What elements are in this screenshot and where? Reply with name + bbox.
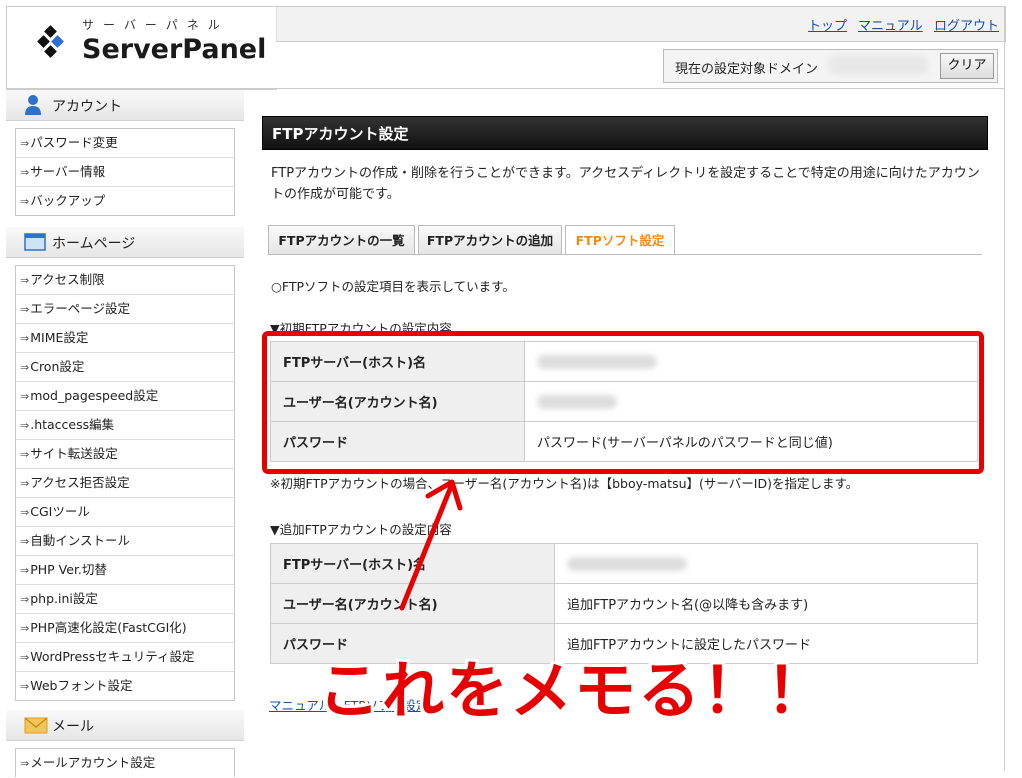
arrow-icon: ⇒ bbox=[20, 448, 30, 461]
sidebar-item-label: PHP Ver.切替 bbox=[30, 562, 107, 577]
sidebar-item[interactable]: ⇒Webフォント設定 bbox=[16, 672, 234, 700]
annotation-arrow-icon bbox=[399, 479, 463, 611]
sidebar-item-mail-account[interactable]: ⇒メールアカウント設定 bbox=[16, 749, 234, 777]
arrow-icon: ⇒ bbox=[20, 622, 30, 635]
sidebar-item-password[interactable]: ⇒パスワード変更 bbox=[16, 129, 234, 158]
window-icon bbox=[24, 233, 46, 251]
sidebar-item[interactable]: ⇒アクセス拒否設定 bbox=[16, 469, 234, 498]
sidebar-item-label: アクセス拒否設定 bbox=[30, 475, 130, 490]
top-bar: トップ マニュアル ログアウト bbox=[276, 6, 1006, 42]
sidebar-head-label: ホームページ bbox=[52, 236, 136, 252]
arrow-icon: ⇒ bbox=[20, 332, 30, 345]
sidebar-item-label: WordPressセキュリティ設定 bbox=[30, 649, 195, 664]
arrow-icon: ⇒ bbox=[20, 166, 30, 179]
arrow-icon: ⇒ bbox=[20, 506, 30, 519]
sidebar-item-label: Cron設定 bbox=[30, 359, 85, 374]
tab-ftp-soft-settings[interactable]: FTPソフト設定 bbox=[565, 225, 675, 255]
arrow-icon: ⇒ bbox=[20, 564, 30, 577]
sidebar-item-backup[interactable]: ⇒バックアップ bbox=[16, 187, 234, 215]
sidebar-item-label: メールアカウント設定 bbox=[30, 755, 156, 770]
arrow-icon: ⇒ bbox=[20, 303, 30, 316]
tab-ftp-list[interactable]: FTPアカウントの一覧 bbox=[268, 225, 415, 255]
highlight-box bbox=[262, 331, 984, 474]
sidebar-item-server-info[interactable]: ⇒サーバー情報 bbox=[16, 158, 234, 187]
arrow-icon: ⇒ bbox=[20, 593, 30, 606]
sidebar-item-label: サイト転送設定 bbox=[30, 446, 118, 461]
sidebar-item-label: アクセス制限 bbox=[30, 272, 105, 287]
page-title: FTPアカウント設定 bbox=[272, 125, 409, 143]
sidebar-item-label: php.ini設定 bbox=[30, 591, 98, 606]
logout-link[interactable]: ログアウト bbox=[934, 15, 999, 34]
clear-button[interactable]: クリア bbox=[940, 53, 994, 79]
tab-ftp-add[interactable]: FTPアカウントの追加 bbox=[418, 225, 562, 255]
sidebar-item[interactable]: ⇒WordPressセキュリティ設定 bbox=[16, 643, 234, 672]
sidebar-head-label: メール bbox=[52, 719, 94, 735]
logo-text: ServerPanel bbox=[82, 34, 267, 65]
annotation-text: これをメモる！！ bbox=[318, 654, 831, 727]
manual-link-top[interactable]: マニュアル bbox=[858, 15, 923, 34]
user-icon bbox=[25, 95, 41, 115]
arrow-icon: ⇒ bbox=[20, 477, 30, 490]
right-border bbox=[1004, 6, 1005, 770]
arrow-icon: ⇒ bbox=[20, 137, 30, 150]
sidebar-item[interactable]: ⇒エラーページ設定 bbox=[16, 295, 234, 324]
arrow-icon: ⇒ bbox=[20, 390, 30, 403]
sidebar-head-homepage: ホームページ bbox=[6, 227, 244, 258]
sidebar-item-label: エラーページ設定 bbox=[30, 301, 130, 316]
table-row: FTPサーバー(ホスト)名 bbox=[270, 543, 978, 584]
sidebar-item[interactable]: ⇒PHP高速化設定(FastCGI化) bbox=[16, 614, 234, 643]
note-text: ※初期FTPアカウントの場合、ユーザー名(アカウント名)は【bboy-matsu… bbox=[270, 476, 859, 491]
arrow-icon: ⇒ bbox=[20, 535, 30, 548]
sidebar-item[interactable]: ⇒php.ini設定 bbox=[16, 585, 234, 614]
arrow-icon: ⇒ bbox=[20, 680, 30, 693]
sidebar-list-homepage: ⇒アクセス制限 ⇒エラーページ設定 ⇒MIME設定 ⇒Cron設定 ⇒mod_p… bbox=[15, 265, 235, 701]
sidebar-item[interactable]: ⇒Cron設定 bbox=[16, 353, 234, 382]
tab-divider bbox=[268, 254, 982, 255]
sidebar-item[interactable]: ⇒mod_pagespeed設定 bbox=[16, 382, 234, 411]
sidebar-item-label: バックアップ bbox=[30, 193, 106, 208]
sidebar-item-label: .htaccess編集 bbox=[30, 417, 115, 432]
arrow-icon: ⇒ bbox=[20, 419, 30, 432]
sidebar-head-label: アカウント bbox=[52, 99, 122, 115]
sidebar-item[interactable]: ⇒MIME設定 bbox=[16, 324, 234, 353]
domain-value-blurred bbox=[828, 55, 928, 75]
sidebar-list-account: ⇒パスワード変更 ⇒サーバー情報 ⇒バックアップ bbox=[15, 128, 235, 216]
table-value-blurred bbox=[554, 543, 978, 584]
sidebar-item-label: サーバー情報 bbox=[30, 164, 106, 179]
arrow-icon: ⇒ bbox=[20, 195, 30, 208]
sidebar-item[interactable]: ⇒CGIツール bbox=[16, 498, 234, 527]
sidebar-item-label: PHP高速化設定(FastCGI化) bbox=[30, 620, 187, 635]
arrow-icon: ⇒ bbox=[20, 651, 30, 664]
sidebar-head-account: アカウント bbox=[6, 90, 244, 121]
logo-kana: サーバーパネル bbox=[82, 18, 229, 32]
info-text: ○FTPソフトの設定項目を表示しています。 bbox=[271, 279, 515, 294]
mail-icon bbox=[24, 717, 48, 734]
sidebar-item[interactable]: ⇒.htaccess編集 bbox=[16, 411, 234, 440]
sidebar-item-label: Webフォント設定 bbox=[30, 678, 133, 693]
logo-diamond-icon bbox=[37, 25, 64, 58]
sidebar-item[interactable]: ⇒自動インストール bbox=[16, 527, 234, 556]
top-link[interactable]: トップ bbox=[808, 15, 847, 34]
blurred-host bbox=[567, 556, 687, 571]
arrow-icon: ⇒ bbox=[20, 361, 30, 374]
sidebar-list-mail: ⇒メールアカウント設定 bbox=[15, 748, 235, 777]
header-divider bbox=[6, 88, 1004, 89]
sidebar-item-label: MIME設定 bbox=[30, 330, 89, 345]
arrow-icon: ⇒ bbox=[20, 274, 30, 287]
sidebar-item[interactable]: ⇒PHP Ver.切替 bbox=[16, 556, 234, 585]
page-description: FTPアカウントの作成・削除を行うことができます。アクセスディレクトリを設定する… bbox=[271, 166, 980, 202]
sidebar-item[interactable]: ⇒サイト転送設定 bbox=[16, 440, 234, 469]
table-row: ユーザー名(アカウント名) 追加FTPアカウント名(@以降も含みます) bbox=[270, 583, 978, 624]
sidebar-item-label: 自動インストール bbox=[30, 533, 130, 548]
sidebar-head-mail: メール bbox=[6, 710, 244, 741]
sidebar-item-label: パスワード変更 bbox=[30, 135, 118, 150]
arrow-icon: ⇒ bbox=[20, 757, 30, 770]
sidebar-item-label: mod_pagespeed設定 bbox=[30, 388, 159, 403]
table-value: 追加FTPアカウント名(@以降も含みます) bbox=[554, 583, 978, 624]
sidebar-item-label: CGIツール bbox=[30, 504, 90, 519]
sidebar-item[interactable]: ⇒アクセス制限 bbox=[16, 266, 234, 295]
domain-label: 現在の設定対象ドメイン bbox=[675, 62, 819, 77]
